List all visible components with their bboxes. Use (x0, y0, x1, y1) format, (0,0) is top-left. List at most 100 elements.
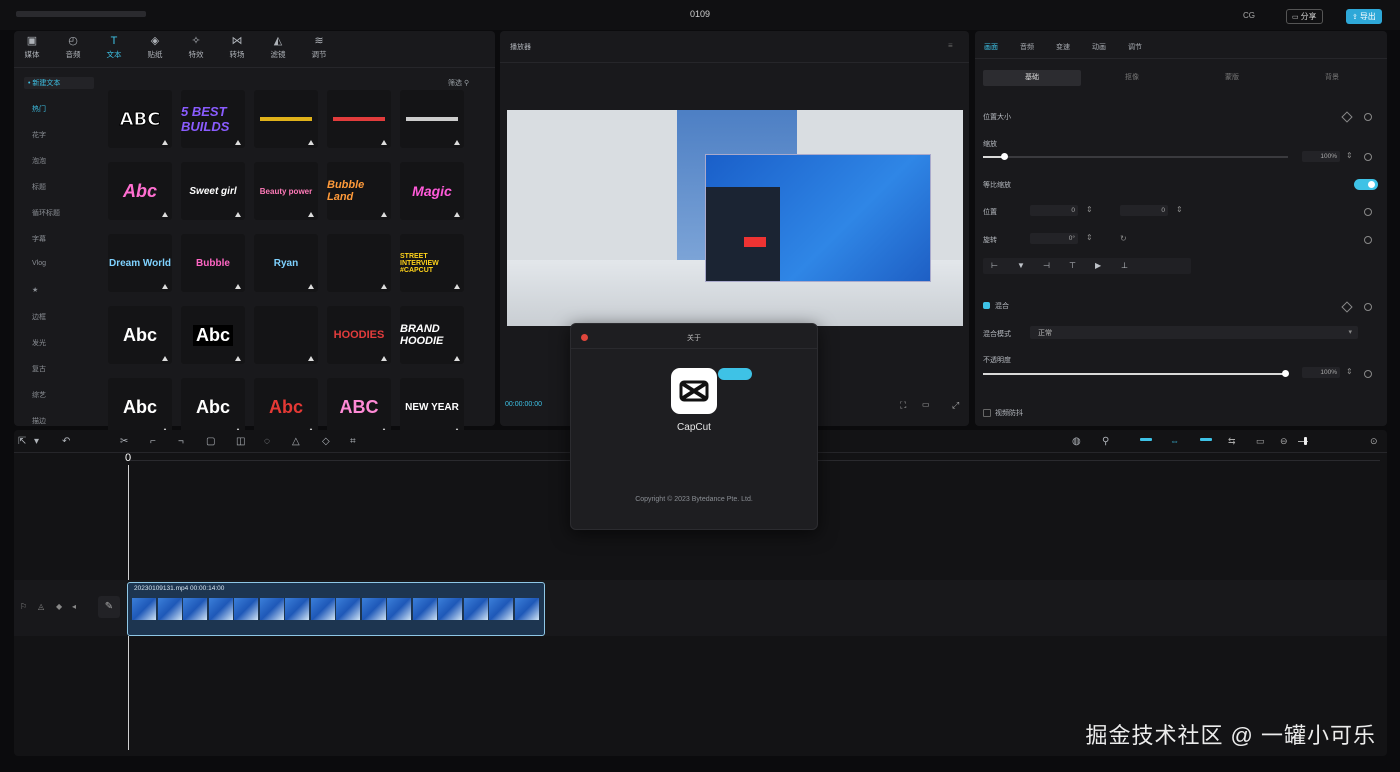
opacity-value[interactable]: 100% (1302, 367, 1340, 378)
stabilize-checkbox[interactable] (983, 409, 991, 417)
preview-axis-icon[interactable] (1200, 438, 1212, 441)
scale-stepper[interactable]: ⇕ (1346, 151, 1353, 160)
text-template-tile[interactable]: Beauty power (254, 162, 318, 220)
text-template-tile[interactable]: Ryan (254, 234, 318, 292)
download-icon[interactable] (454, 212, 460, 217)
track-mute-icon[interactable]: ◆ (56, 602, 62, 611)
text-template-tile[interactable]: ABC (108, 90, 172, 148)
crop-icon[interactable]: ⌗ (350, 436, 356, 447)
inspector-tab[interactable]: 调节 (1128, 42, 1142, 52)
reverse-icon[interactable]: ◌ (264, 436, 270, 447)
filter-button[interactable]: 筛选 ⚲ (448, 78, 469, 88)
rotate-keyframe-icon[interactable] (1364, 236, 1372, 244)
select-icon[interactable]: ⇱ (18, 436, 26, 447)
rotate-icon[interactable]: ◇ (322, 436, 330, 447)
freeze-icon[interactable]: ◫ (236, 436, 245, 447)
mirror-icon[interactable]: △ (292, 436, 300, 447)
share-button[interactable]: ▭ 分享 (1286, 9, 1323, 24)
blend-checkbox[interactable] (983, 302, 990, 309)
text-template-tile[interactable]: 5 BEST BUILDS (181, 90, 245, 148)
text-template-tile[interactable]: NEW YEAR (400, 378, 464, 436)
opacity-keyframe-icon[interactable] (1364, 370, 1372, 378)
split-left-icon[interactable]: ⌐ (150, 436, 156, 447)
download-icon[interactable] (162, 212, 168, 217)
download-icon[interactable] (454, 140, 460, 145)
position-x-field[interactable]: 0 (1030, 205, 1078, 216)
download-icon[interactable] (308, 284, 314, 289)
toolbar-sticker-button[interactable]: ◈ 贴纸 (135, 36, 175, 60)
sidebar-item[interactable]: 循环标题 (32, 208, 60, 218)
download-icon[interactable] (308, 356, 314, 361)
sidebar-item[interactable]: 花字 (32, 130, 46, 140)
position-y-field[interactable]: 0 (1120, 205, 1168, 216)
text-template-tile[interactable]: Bubble (181, 234, 245, 292)
undo-icon[interactable]: ↶ (62, 436, 70, 447)
inspector-tab[interactable]: 音频 (1020, 42, 1034, 52)
toolbar-audio-button[interactable]: ◴ 音频 (53, 36, 93, 60)
download-icon[interactable] (308, 212, 314, 217)
inspector-tab[interactable]: 动画 (1092, 42, 1106, 52)
track-audio-icon[interactable]: ◂ (72, 602, 76, 611)
blend-mode-select[interactable]: 正常 ▾ (1030, 326, 1358, 339)
ratio-icon[interactable]: ▭ (922, 400, 930, 409)
toolbar-transition-button[interactable]: ⋈ 转场 (217, 36, 257, 60)
text-template-tile[interactable]: Sweet girl (181, 162, 245, 220)
align-top-icon[interactable]: ⊤ (1069, 261, 1076, 270)
opacity-slider-handle[interactable] (1282, 370, 1289, 377)
download-icon[interactable] (381, 284, 387, 289)
preview-canvas[interactable] (507, 110, 963, 326)
text-template-tile[interactable]: Abc (108, 378, 172, 436)
text-template-tile[interactable]: BRAND HOODIE (400, 306, 464, 364)
download-icon[interactable] (454, 356, 460, 361)
rotate-direction-icon[interactable]: ↻ (1120, 234, 1127, 243)
sidebar-item[interactable]: 发光 (32, 338, 46, 348)
text-template-tile[interactable]: Bubble Land (327, 162, 391, 220)
toolbar-effects-button[interactable]: ✧ 特效 (176, 36, 216, 60)
rotate-stepper[interactable]: ⇕ (1086, 233, 1093, 242)
sidebar-item[interactable]: 热门 (32, 104, 46, 114)
text-template-tile[interactable]: ABC (327, 378, 391, 436)
layout-toggle[interactable]: CG (1243, 11, 1255, 20)
delete-icon[interactable]: ▢ (206, 436, 215, 447)
inspector-subtab[interactable]: 蒙版 (1183, 70, 1281, 86)
fit-timeline-icon[interactable]: ⊙ (1370, 436, 1378, 447)
sidebar-item[interactable]: 综艺 (32, 390, 46, 400)
text-template-tile[interactable]: Abc (254, 378, 318, 436)
download-icon[interactable] (381, 356, 387, 361)
caption-icon[interactable]: ▭ (1256, 436, 1265, 447)
scale-slider[interactable] (983, 156, 1288, 158)
sidebar-item[interactable]: 字幕 (32, 234, 46, 244)
sidebar-item[interactable]: 复古 (32, 364, 46, 374)
inspector-tab[interactable]: 变速 (1056, 42, 1070, 52)
text-template-tile[interactable]: Dream World (108, 234, 172, 292)
magnet-icon[interactable] (1140, 438, 1152, 441)
align-middle-icon[interactable]: ▶ (1095, 261, 1101, 270)
text-template-tile[interactable]: Abc (108, 306, 172, 364)
position-x-stepper[interactable]: ⇕ (1086, 205, 1093, 214)
text-template-tile[interactable]: Abc (181, 306, 245, 364)
track-hide-icon[interactable]: ◬ (38, 602, 44, 611)
text-template-tile[interactable]: Abc (108, 162, 172, 220)
align-right-icon[interactable]: ⊣ (1043, 261, 1050, 270)
fit-icon[interactable]: ⛶ (900, 400, 906, 411)
align-left-icon[interactable]: ⊢ (991, 261, 998, 270)
text-template-tile[interactable]: STREET INTERVIEW #CAPCUT (400, 234, 464, 292)
zoom-out-icon[interactable]: ⊖ (1280, 436, 1288, 447)
download-icon[interactable] (235, 284, 241, 289)
text-template-tile[interactable]: Magic (400, 162, 464, 220)
toolbar-media-button[interactable]: ▣ 媒体 (12, 36, 52, 60)
download-icon[interactable] (235, 140, 241, 145)
marker-icon[interactable]: ◍ (1072, 436, 1081, 447)
split-right-icon[interactable]: ¬ (178, 436, 184, 447)
text-template-tile[interactable] (327, 234, 391, 292)
download-icon[interactable] (308, 140, 314, 145)
split-icon[interactable]: ⇆ (1228, 436, 1236, 447)
sidebar-item[interactable]: ★ (32, 286, 38, 294)
sidebar-item[interactable]: 泡泡 (32, 156, 46, 166)
sidebar-item[interactable]: 边框 (32, 312, 46, 322)
sidebar-item[interactable]: Vlog (32, 260, 46, 267)
blend-reset-icon[interactable] (1364, 303, 1372, 311)
position-keyframe-icon[interactable] (1364, 208, 1372, 216)
player-menu-icon[interactable]: ≡ (948, 41, 953, 50)
text-template-tile[interactable] (327, 90, 391, 148)
